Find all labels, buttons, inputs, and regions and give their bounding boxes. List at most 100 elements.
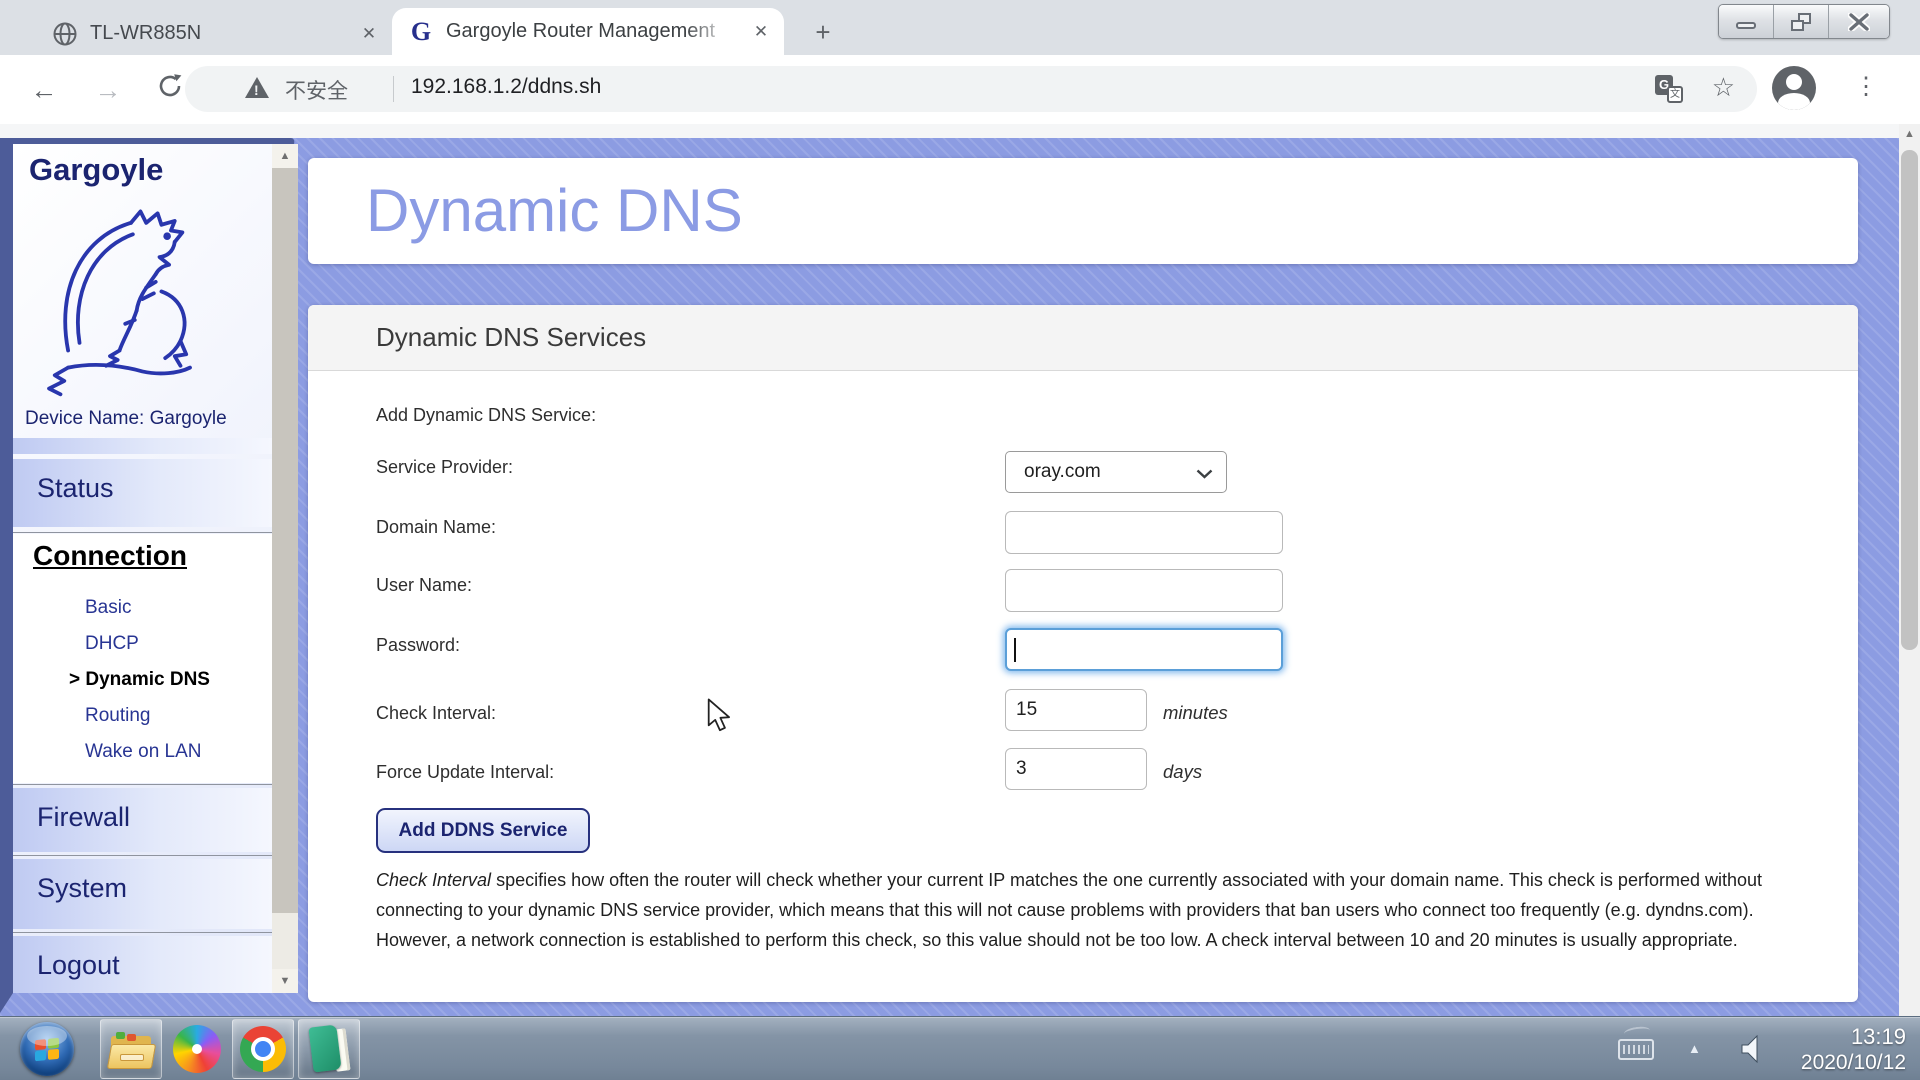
translate-icon[interactable]: G 文	[1655, 75, 1683, 103]
taskbar-clock[interactable]: 13:19 2020/10/12	[1801, 1024, 1906, 1076]
speaker-icon[interactable]	[1740, 1035, 1766, 1063]
sidebar-item-status[interactable]: Status	[13, 459, 272, 527]
sidebar-item-system[interactable]: System	[13, 859, 272, 929]
start-button[interactable]	[20, 1022, 74, 1076]
user-name-input[interactable]	[1005, 569, 1283, 612]
password-label: Password:	[376, 635, 461, 655]
bookmark-star-icon[interactable]: ☆	[1712, 72, 1735, 103]
scrollbar-thumb[interactable]	[272, 168, 298, 913]
gargoyle-favicon: G	[410, 16, 432, 46]
tab-title: TL-WR885N	[90, 22, 202, 44]
divider	[13, 532, 272, 533]
password-input[interactable]	[1005, 628, 1283, 671]
service-provider-label: Service Provider:	[376, 457, 514, 477]
divider	[13, 855, 272, 856]
divider	[13, 784, 272, 785]
scroll-down-icon[interactable]: ▼	[272, 969, 298, 993]
taskbar-explorer-button[interactable]	[100, 1019, 162, 1079]
taskbar-chrome-button[interactable]	[232, 1019, 294, 1079]
sidebar: Gargoyle Device Name: Gargoyle Status Co…	[13, 144, 272, 993]
address-bar[interactable]: 不安全 192.168.1.2/ddns.sh G 文 ☆	[185, 66, 1757, 112]
taskbar-firefox-button[interactable]	[166, 1019, 228, 1079]
security-label: 不安全	[285, 80, 348, 103]
browser-scrollbar[interactable]: ▲	[1899, 124, 1920, 1016]
page-title: Dynamic DNS	[366, 177, 743, 244]
globe-icon	[53, 22, 77, 45]
help-body: specifies how often the router will chec…	[376, 870, 1763, 950]
taskbar-notepad-button[interactable]	[298, 1019, 360, 1079]
sidebar-item-basic[interactable]: Basic	[85, 590, 131, 626]
ddns-panel: Dynamic DNS Services Add Dynamic DNS Ser…	[308, 305, 1858, 1002]
sidebar-scrollbar[interactable]: ▲ ▼	[272, 144, 298, 993]
file-explorer-icon	[106, 1028, 157, 1070]
close-icon	[1848, 12, 1870, 31]
device-name: Device Name: Gargoyle	[25, 408, 227, 429]
reload-button[interactable]	[152, 72, 188, 108]
sidebar-item-logout[interactable]: Logout	[13, 936, 272, 993]
check-interval-unit: minutes	[1163, 702, 1228, 723]
text-caret	[1014, 638, 1016, 662]
close-button[interactable]	[1829, 5, 1889, 38]
forward-button[interactable]: →	[90, 72, 126, 108]
force-update-interval-label: Force Update Interval:	[376, 762, 555, 782]
tab-tl-wr885n[interactable]: TL-WR885N ✕	[36, 12, 392, 55]
profile-avatar[interactable]	[1772, 66, 1816, 110]
new-tab-button[interactable]: +	[806, 16, 840, 50]
divider	[13, 932, 272, 933]
brand-title: Gargoyle	[29, 152, 164, 187]
add-ddns-service-button[interactable]: Add DDNS Service	[376, 808, 590, 853]
tab-close-icon[interactable]: ✕	[356, 21, 382, 47]
scroll-up-icon[interactable]: ▲	[1899, 128, 1920, 140]
page-top-strip	[0, 124, 1899, 138]
title-card: Dynamic DNS	[308, 158, 1858, 264]
restore-icon	[1791, 12, 1811, 31]
divider-band	[13, 438, 272, 454]
back-button[interactable]: ←	[26, 72, 62, 108]
screen: TL-WR885N ✕ G Gargoyle Router Management…	[0, 0, 1920, 1080]
window-controls	[1718, 4, 1890, 39]
force-update-interval-input[interactable]	[1005, 748, 1147, 790]
taskbar: ▲ 13:19 2020/10/12	[0, 1016, 1920, 1080]
check-interval-label: Check Interval:	[376, 703, 497, 723]
sidebar-item-firewall[interactable]: Firewall	[13, 788, 272, 852]
sidebar-item-dynamic-dns[interactable]: > Dynamic DNS	[69, 662, 210, 698]
check-interval-input[interactable]	[1005, 689, 1147, 731]
tray-expand-icon[interactable]: ▲	[1688, 1041, 1701, 1056]
clock-date: 2020/10/12	[1800, 1051, 1906, 1074]
frame-point	[0, 993, 13, 1013]
sidebar-item-wake-on-lan[interactable]: Wake on LAN	[85, 734, 202, 770]
gargoyle-logo	[47, 209, 192, 397]
sidebar-item-dhcp[interactable]: DHCP	[85, 626, 139, 662]
chrome-icon	[240, 1026, 286, 1072]
domain-name-label: Domain Name:	[376, 517, 497, 537]
scroll-up-icon[interactable]: ▲	[272, 144, 298, 168]
frame-left	[0, 138, 13, 993]
address-divider	[393, 76, 394, 102]
sidebar-section-connection: Connection Basic DHCP > Dynamic DNS Rout…	[13, 534, 272, 783]
page-content: Gargoyle Device Name: Gargoyle Status Co…	[0, 124, 1920, 1016]
form-intro: Add Dynamic DNS Service:	[376, 405, 597, 425]
select-value: oray.com	[1024, 461, 1101, 482]
ime-swoosh	[1623, 1025, 1651, 1039]
scrollbar-thumb[interactable]	[1901, 150, 1918, 650]
keyboard-icon[interactable]	[1618, 1039, 1654, 1060]
service-provider-select[interactable]: oray.com	[1005, 451, 1227, 493]
tab-title: Gargoyle Router Management	[446, 20, 716, 42]
pinwheel-browser-icon	[173, 1025, 221, 1073]
clock-time: 13:19	[1850, 1024, 1906, 1049]
browser-toolbar: ← → 不安全 192.168.1.2/ddns.sh G 文 ☆ ⋮	[0, 55, 1920, 124]
help-text: Check Interval specifies how often the r…	[376, 865, 1800, 955]
panel-header: Dynamic DNS Services	[308, 305, 1858, 371]
domain-name-input[interactable]	[1005, 511, 1283, 554]
restore-button[interactable]	[1774, 5, 1829, 38]
minimize-button[interactable]	[1719, 5, 1774, 38]
url-text: 192.168.1.2/ddns.sh	[411, 75, 602, 98]
browser-menu-icon[interactable]: ⋮	[1854, 67, 1878, 109]
help-lead: Check Interval	[376, 870, 492, 890]
tab-gargoyle-router-management[interactable]: G Gargoyle Router Management ✕	[392, 8, 784, 55]
sidebar-item-routing[interactable]: Routing	[85, 698, 151, 734]
sidebar-item-connection[interactable]: Connection	[33, 540, 187, 572]
tab-close-icon[interactable]: ✕	[748, 19, 774, 45]
reload-icon	[159, 74, 182, 97]
user-name-label: User Name:	[376, 575, 473, 595]
